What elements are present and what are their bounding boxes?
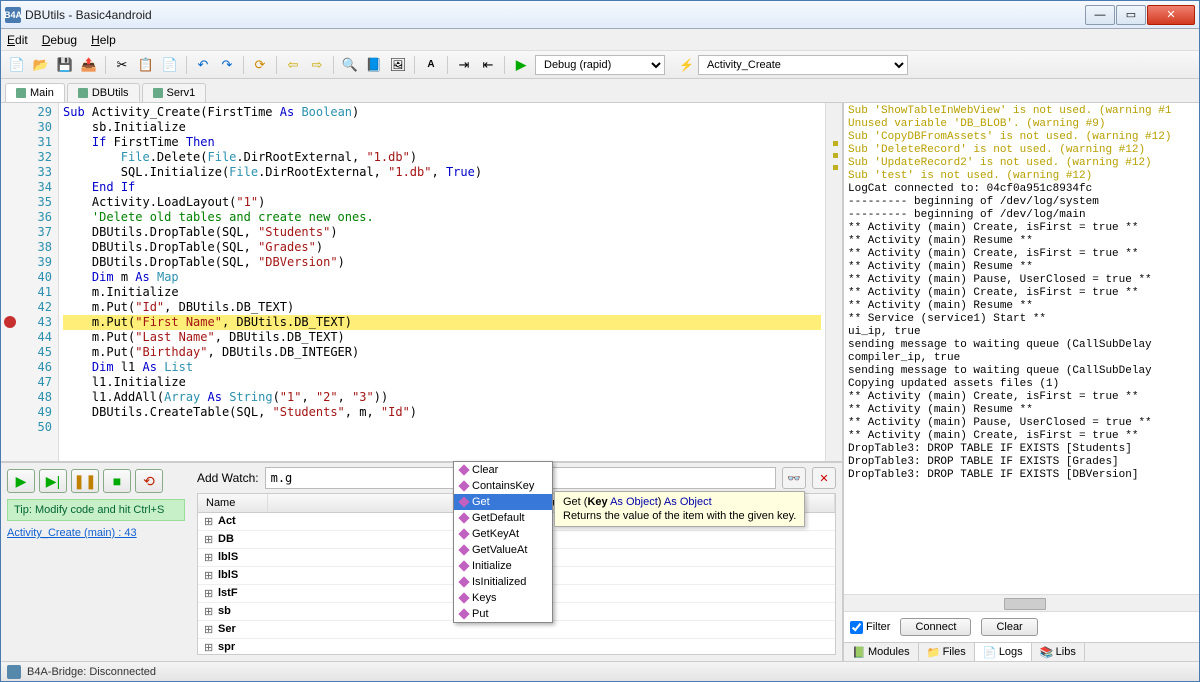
paste-icon[interactable]: 📄 [160,55,180,75]
filter-checkbox[interactable]: Filter [850,621,890,634]
open-icon[interactable]: 📂 [31,55,51,75]
save-icon[interactable]: 💾 [55,55,75,75]
undo-icon[interactable]: ↶ [193,55,213,75]
debug-restart-button[interactable]: ⟲ [135,469,163,493]
minimize-button[interactable]: — [1085,5,1115,25]
side-tabs: 📗Modules📁Files📄Logs📚Libs [844,642,1199,661]
debug-panel: ▶ ▶| ❚❚ ■ ⟲ Tip: Modify code and hit Ctr… [1,461,842,661]
stack-frame-link[interactable]: Activity_Create (main) : 43 [7,527,185,539]
back-icon[interactable]: ⇦ [283,55,303,75]
debug-mode-select[interactable]: Debug (rapid) [535,55,665,75]
statusbar: B4A-Bridge: Disconnected [1,661,1199,681]
table-row[interactable]: ⊞Ser [198,621,835,639]
cut-icon[interactable]: ✂ [112,55,132,75]
connect-button[interactable]: Connect [900,618,971,636]
menubar: Edit Debug Help [1,29,1199,51]
menu-help[interactable]: Help [91,33,116,47]
tab-main[interactable]: Main [5,83,65,102]
close-button[interactable]: ✕ [1147,5,1195,25]
autocomplete-tooltip: Get (Key As Object) As Object Returns th… [554,491,805,527]
menu-edit[interactable]: Edit [7,33,28,47]
col-name: Name [198,494,268,512]
code-editor[interactable]: 2930313233343536373839404142434445464748… [1,103,842,461]
debug-step-button[interactable]: ▶| [39,469,67,493]
status-text: B4A-Bridge: Disconnected [27,666,156,678]
gutter[interactable]: 2930313233343536373839404142434445464748… [1,103,59,461]
file-tabs: MainDBUtilsServ1 [1,79,1199,103]
autocomplete-item[interactable]: GetDefault [454,510,552,526]
outdent-icon[interactable]: ⇤ [478,55,498,75]
code-area[interactable]: Sub Activity_Create(FirstTime As Boolean… [59,103,825,461]
side-tab-libs[interactable]: 📚Libs [1032,643,1085,661]
side-tab-logs[interactable]: 📄Logs [975,643,1032,661]
module-icon[interactable]: 📘 [364,55,384,75]
forward-icon[interactable]: ⇨ [307,55,327,75]
tip-label: Tip: Modify code and hit Ctrl+S [7,499,185,521]
autocomplete-popup[interactable]: ClearContainsKeyGetGetDefaultGetKeyAtGet… [453,461,553,623]
run-icon[interactable]: ▶ [511,55,531,75]
designer-icon[interactable]: 🖼 [388,55,408,75]
bridge-icon [7,665,21,679]
autocomplete-item[interactable]: ContainsKey [454,478,552,494]
copy-icon[interactable]: 📋 [136,55,156,75]
clear-button[interactable]: Clear [981,618,1037,636]
tab-serv1[interactable]: Serv1 [142,83,207,102]
ide-window: B4A DBUtils - Basic4android — ▭ ✕ Edit D… [0,0,1200,682]
logs-panel: Sub 'ShowTableInWebView' is not used. (w… [844,103,1199,661]
redo-icon[interactable]: ↷ [217,55,237,75]
breakpoint-icon[interactable] [4,316,16,328]
maximize-button[interactable]: ▭ [1116,5,1146,25]
autocomplete-item[interactable]: IsInitialized [454,574,552,590]
menu-debug[interactable]: Debug [42,33,77,47]
autocomplete-item[interactable]: Keys [454,590,552,606]
autocomplete-item[interactable]: Put [454,606,552,622]
autocomplete-item[interactable]: GetKeyAt [454,526,552,542]
titlebar: B4A DBUtils - Basic4android — ▭ ✕ [1,1,1199,29]
autocomplete-item[interactable]: Clear [454,462,552,478]
lightning-icon: ⚡ [679,58,694,72]
log-output[interactable]: Sub 'ShowTableInWebView' is not used. (w… [844,103,1199,594]
editor-scrollbar[interactable] [825,103,842,461]
export-icon[interactable]: 📤 [79,55,99,75]
log-h-scrollbar[interactable] [844,594,1199,611]
watch-delete-button[interactable]: ✕ [812,467,836,489]
inspector-icon[interactable]: 🔍 [340,55,360,75]
watch-label: Add Watch: [197,471,259,485]
sync-icon[interactable]: ⟳ [250,55,270,75]
toolbar: 📄 📂 💾 📤 ✂ 📋 📄 ↶ ↷ ⟳ ⇦ ⇨ 🔍 📘 🖼 A ⇥ ⇤ ▶ De… [1,51,1199,79]
debug-stop-button[interactable]: ■ [103,469,131,493]
debug-pause-button[interactable]: ❚❚ [71,469,99,493]
autocomplete-icon[interactable]: A [421,55,441,75]
table-row[interactable]: ⊞spr [198,639,835,654]
side-tab-files[interactable]: 📁Files [919,643,975,661]
tab-dbutils[interactable]: DBUtils [67,83,140,102]
sub-select[interactable]: Activity_Create [698,55,908,75]
indent-icon[interactable]: ⇥ [454,55,474,75]
watch-eval-button[interactable]: 👓 [782,467,806,489]
autocomplete-item[interactable]: Get [454,494,552,510]
debug-continue-button[interactable]: ▶ [7,469,35,493]
autocomplete-item[interactable]: GetValueAt [454,542,552,558]
side-tab-modules[interactable]: 📗Modules [844,643,919,661]
autocomplete-item[interactable]: Initialize [454,558,552,574]
app-icon: B4A [5,7,21,23]
new-icon[interactable]: 📄 [7,55,27,75]
window-title: DBUtils - Basic4android [25,8,1085,22]
